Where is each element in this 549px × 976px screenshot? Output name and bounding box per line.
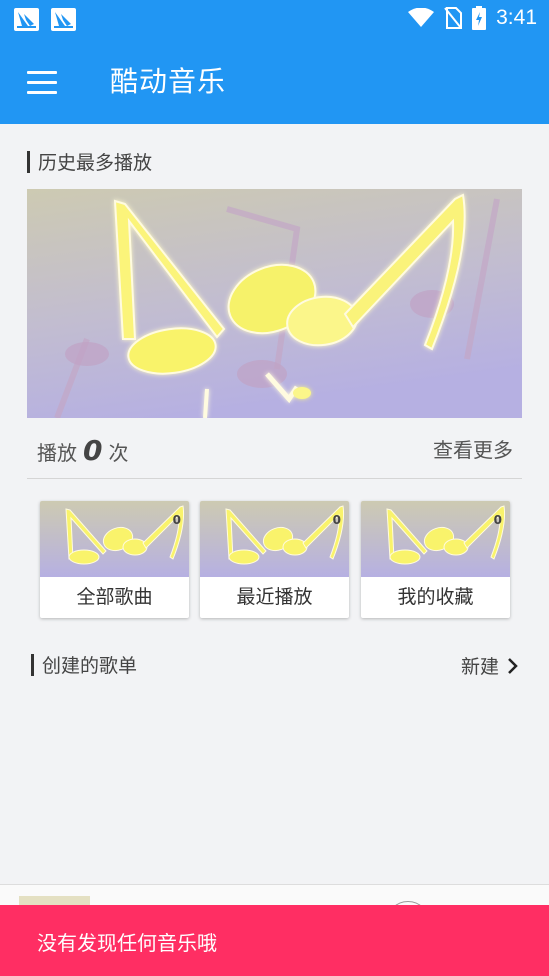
app-bar: 酷动音乐: [0, 40, 549, 124]
history-banner-image[interactable]: [27, 189, 522, 418]
divider: [27, 478, 522, 479]
play-count-row: 播放 0 次 查看更多: [37, 430, 513, 470]
battery-charging-icon: [472, 6, 487, 30]
notification-app-icon: [51, 8, 76, 31]
section-marker: [27, 150, 30, 173]
menu-icon[interactable]: [20, 62, 64, 102]
status-time: 3:41: [496, 6, 537, 29]
card-favorites[interactable]: 0 我的收藏: [361, 501, 510, 618]
card-count-badge: 0: [493, 513, 502, 527]
no-sim-icon: [444, 7, 463, 29]
playlists-section-header: 创建的歌单: [31, 651, 137, 678]
card-recent-plays[interactable]: 0 最近播放: [200, 501, 349, 618]
card-all-songs[interactable]: 0 全部歌曲: [40, 501, 189, 618]
status-bar: 3:41: [0, 0, 549, 40]
play-count-label: 播放 0 次: [37, 434, 128, 467]
card-count-badge: 0: [332, 513, 341, 527]
new-playlist-button[interactable]: 新建: [461, 652, 519, 679]
system-icons: 3:41: [408, 6, 537, 30]
section-marker: [31, 653, 34, 676]
card-image: [361, 501, 510, 577]
wifi-icon: [408, 8, 435, 27]
chevron-right-icon: [508, 657, 518, 674]
history-section-title: 历史最多播放: [38, 152, 153, 174]
playlists-section-title: 创建的歌单: [42, 655, 138, 677]
snackbar-message: 没有发现任何音乐哦: [37, 931, 217, 955]
new-playlist-label: 新建: [460, 656, 499, 678]
see-more-link[interactable]: 查看更多: [433, 434, 513, 463]
play-suffix: 次: [108, 441, 129, 465]
notification-icons: [14, 8, 76, 31]
library-cards: 0 全部歌曲 0 最近播放 0 我的收藏: [40, 501, 510, 618]
history-section-header: 历史最多播放: [27, 148, 152, 175]
card-label: 最近播放: [236, 586, 313, 608]
play-count-value: 0: [83, 434, 103, 467]
card-image: [40, 501, 189, 577]
card-label: 全部歌曲: [76, 586, 153, 608]
card-image: [200, 501, 349, 577]
play-prefix: 播放: [37, 441, 77, 465]
card-label: 我的收藏: [397, 586, 474, 608]
notification-app-icon: [14, 8, 39, 31]
app-title: 酷动音乐: [110, 65, 227, 98]
card-count-badge: 0: [172, 513, 181, 527]
snackbar: 没有发现任何音乐哦: [0, 905, 549, 976]
